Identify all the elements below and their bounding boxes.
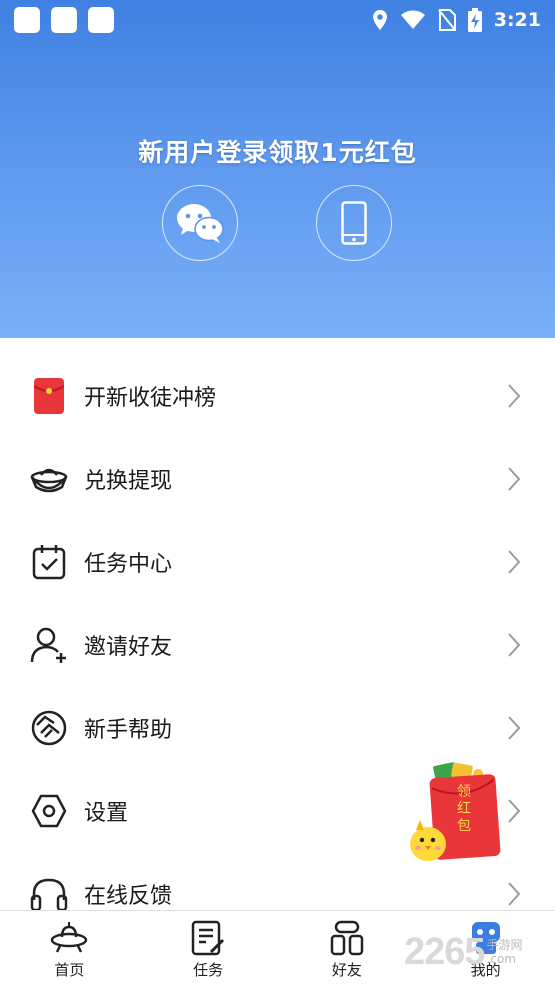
login-prompt-title[interactable]: 新用户登录领取1元红包 xyxy=(0,133,555,169)
calendar-check-icon xyxy=(30,543,68,581)
watermark-site-name: 手游网 xyxy=(486,938,523,952)
nav-tab-home[interactable]: 首页 xyxy=(0,911,139,986)
menu-item-task-center[interactable]: 任务中心 xyxy=(0,520,555,603)
hexagon-settings-icon xyxy=(30,792,68,830)
notification-square-icon xyxy=(51,7,77,33)
notification-square-icon xyxy=(88,7,114,33)
menu-item-label: 设置 xyxy=(84,800,129,826)
user-add-icon xyxy=(30,626,68,664)
status-time: 3:21 xyxy=(493,9,541,31)
ufo-icon xyxy=(49,919,89,957)
wechat-icon xyxy=(177,204,224,243)
status-icons: 3:21 xyxy=(372,6,541,34)
watermark-text: 手游网 .com xyxy=(487,938,523,966)
handshake-icon xyxy=(30,709,68,747)
floating-red-packet-button[interactable]: 领红包 xyxy=(408,758,504,866)
profile-header: 3:21 新用户登录领取1元红包 xyxy=(0,0,555,338)
phone-login-button[interactable] xyxy=(316,185,392,261)
watermark-number: 2265 xyxy=(404,930,486,973)
red-packet-label: 领红包 xyxy=(457,784,471,834)
menu-item-invite-friends[interactable]: 邀请好友 xyxy=(0,603,555,686)
menu-item-apprentice-ranking[interactable]: 开新收徒冲榜 xyxy=(0,354,555,437)
chevron-right-icon xyxy=(508,881,521,906)
notification-square-icon xyxy=(14,7,40,33)
menu-item-exchange-withdraw[interactable]: 兑换提现 xyxy=(0,437,555,520)
chevron-right-icon xyxy=(508,383,521,408)
menu-item-label: 邀请好友 xyxy=(84,634,173,660)
menu-item-label: 兑换提现 xyxy=(84,468,173,494)
chevron-right-icon xyxy=(508,549,521,574)
chevron-right-icon xyxy=(508,466,521,491)
red-envelope-icon xyxy=(30,377,68,415)
wifi-icon xyxy=(400,10,425,29)
battery-charging-icon xyxy=(467,8,482,32)
wechat-login-button[interactable] xyxy=(162,185,238,261)
gold-ingot-icon xyxy=(30,460,68,498)
no-sim-icon xyxy=(437,9,456,31)
nav-tab-friends[interactable]: 好友 xyxy=(278,911,417,986)
chevron-right-icon xyxy=(508,632,521,657)
site-watermark: 2265 手游网 .com xyxy=(404,930,523,974)
task-list-icon xyxy=(188,919,228,957)
nav-tab-label: 任务 xyxy=(193,961,224,979)
menu-item-label: 新手帮助 xyxy=(84,717,173,743)
menu-item-label: 在线反馈 xyxy=(84,883,173,909)
watermark-domain: .com xyxy=(486,952,516,966)
menu-item-beginner-help[interactable]: 新手帮助 xyxy=(0,686,555,769)
menu-item-label: 开新收徒冲榜 xyxy=(84,385,217,411)
friends-icon xyxy=(327,919,367,957)
chevron-right-icon xyxy=(508,798,521,823)
status-bar: 3:21 xyxy=(0,0,555,40)
headset-icon xyxy=(30,875,68,913)
location-icon xyxy=(372,10,387,30)
nav-tab-tasks[interactable]: 任务 xyxy=(139,911,278,986)
chevron-right-icon xyxy=(508,715,521,740)
menu-item-label: 任务中心 xyxy=(84,551,173,577)
phone-icon xyxy=(341,201,367,245)
nav-tab-label: 首页 xyxy=(54,961,85,979)
nav-tab-label: 好友 xyxy=(331,961,362,979)
profile-page: 3:21 新用户登录领取1元红包 开新收徒冲榜 兑换提现 任务中心 邀请好友 新… xyxy=(0,0,555,986)
